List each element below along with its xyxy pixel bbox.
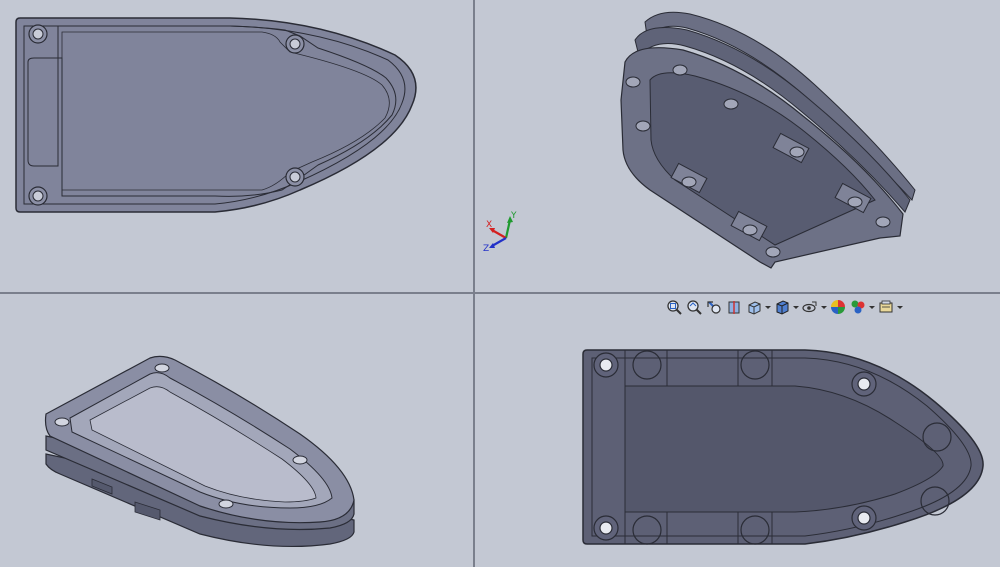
part-bottom-view [582,349,984,545]
view-settings-dropdown[interactable] [897,298,903,316]
triad-z-axis [491,237,507,247]
triad-z-label: Z [483,244,489,254]
edit-appearance-icon [831,300,845,314]
display-style-icon [776,300,789,315]
previous-view-icon [707,301,721,314]
hide-show-items-dropdown[interactable] [821,298,827,316]
zoom-to-fit-icon [667,300,682,315]
zoom-to-fit-button[interactable] [665,298,683,316]
hide-show-items-button[interactable] [801,298,819,316]
triad-y-label: Y [510,211,517,221]
heads-up-view-toolbar [665,297,903,317]
hide-show-items-icon [802,301,817,313]
part-trimetric-view [620,11,916,269]
cad-window: Y X Z [0,0,1000,567]
section-view-button[interactable] [725,298,743,316]
view-orientation-button[interactable] [745,298,763,316]
section-view-icon [728,301,740,314]
part-isometric-view [44,355,355,548]
viewport-divider-vertical[interactable] [473,0,475,567]
part-top-view [15,17,417,213]
view-settings-icon [879,300,893,313]
triad-x-axis [491,229,507,239]
display-style-dropdown[interactable] [793,298,799,316]
display-style-button[interactable] [773,298,791,316]
zoom-to-area-button[interactable] [685,298,703,316]
viewport-trimetric-view[interactable] [475,0,1000,292]
viewport-isometric-view[interactable] [0,294,473,567]
apply-scene-button[interactable] [849,298,867,316]
triad-x-label: X [486,220,492,230]
view-orientation-dropdown[interactable] [765,298,771,316]
viewport-top-view[interactable] [0,0,473,292]
view-orientation-icon [748,301,761,315]
view-settings-button[interactable] [877,298,895,316]
viewport-divider-horizontal[interactable] [0,292,1000,294]
zoom-to-area-icon [687,300,702,315]
reference-triad: Y X Z [483,211,517,254]
edit-appearance-button[interactable] [829,298,847,316]
apply-scene-dropdown[interactable] [869,298,875,316]
apply-scene-icon [851,300,865,314]
previous-view-button[interactable] [705,298,723,316]
viewport-bottom-view[interactable] [475,294,1000,567]
